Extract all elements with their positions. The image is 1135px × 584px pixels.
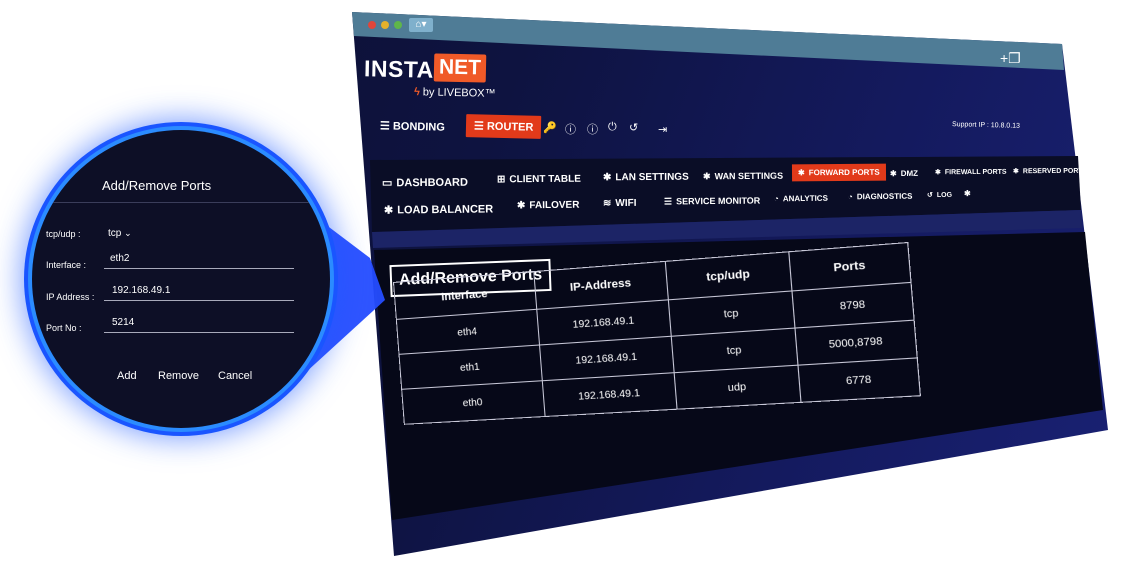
nav-bonding[interactable]: ☰ BONDING xyxy=(380,119,445,133)
nav-router-label: ROUTER xyxy=(486,120,534,134)
gear-icon: ✱ xyxy=(934,169,941,177)
menu-icon: ☰ xyxy=(379,120,394,133)
info-icon[interactable]: ⓘ xyxy=(565,121,576,137)
tab-analytics[interactable]: ◔ ANALYTICS xyxy=(774,194,828,204)
interface-underline xyxy=(104,268,294,269)
info-icon-2[interactable]: ⓘ xyxy=(587,121,598,137)
maximize-window-button[interactable] xyxy=(394,21,402,29)
undo-icon[interactable]: ↺ xyxy=(629,121,638,134)
tab-firewall-ports-label: FIREWALL PORTS xyxy=(944,168,1007,177)
cell-interface: eth0 xyxy=(401,380,546,425)
logo-net: NET xyxy=(433,53,487,83)
interface-field[interactable]: eth2 xyxy=(110,253,129,264)
history-icon: ↺ xyxy=(926,192,933,200)
tcp-udp-value: tcp xyxy=(108,228,122,239)
port-no-underline xyxy=(104,332,294,333)
dialog-divider xyxy=(32,202,330,203)
menu-icon: ☰ xyxy=(663,196,673,207)
interface-label: Interface : xyxy=(46,260,87,270)
logo-insta: INSTA xyxy=(363,55,435,83)
tab-wifi[interactable]: ≋ WIFI xyxy=(603,198,637,209)
tab-log-label: LOG xyxy=(936,191,953,200)
cancel-button[interactable]: Cancel xyxy=(218,370,252,382)
gear-icon: ✱ xyxy=(516,200,526,212)
tab-dmz-label: DMZ xyxy=(900,168,919,179)
nav-bonding-label: BONDING xyxy=(392,120,445,134)
tab-service-monitor[interactable]: ☰ SERVICE MONITOR xyxy=(664,195,760,207)
bolt-icon: ϟ xyxy=(413,86,420,99)
tab-diagnostics-label: DIAGNOSTICS xyxy=(856,191,913,202)
tab-log[interactable]: ↺ LOG xyxy=(927,191,952,199)
gear-icon: ✱ xyxy=(889,169,897,179)
monitor-icon: ▭ xyxy=(381,177,393,190)
tab-load-balancer[interactable]: ✱ LOAD BALANCER xyxy=(384,202,493,216)
analytics-icon: ◔ xyxy=(847,192,853,202)
ip-address-field[interactable]: 192.168.49.1 xyxy=(112,285,170,296)
tab-load-balancer-label: LOAD BALANCER xyxy=(397,203,494,217)
nav-router[interactable]: ☰ ROUTER xyxy=(465,114,542,139)
tcp-udp-select[interactable]: tcp ⌄ xyxy=(108,228,132,239)
tab-forward-ports[interactable]: ✱ FORWARD PORTS xyxy=(791,163,886,182)
gear-icon: ✱ xyxy=(797,168,805,178)
power-icon[interactable]: ⏻ xyxy=(608,121,617,134)
tab-reserved-ports-label: RESERVED PORTS xyxy=(1022,167,1088,176)
tab-failover[interactable]: ✱ FAILOVER xyxy=(517,200,580,212)
signout-icon[interactable]: ⇥ xyxy=(658,123,667,136)
settings-icon[interactable]: ✱ xyxy=(964,189,971,198)
add-button[interactable]: Add xyxy=(117,370,137,382)
tab-failover-label: FAILOVER xyxy=(529,199,580,212)
remove-button[interactable]: Remove xyxy=(158,370,199,382)
tab-client-table-label: CLIENT TABLE xyxy=(509,173,581,186)
ip-address-underline xyxy=(104,300,294,301)
home-icon[interactable]: ⌂▾ xyxy=(409,18,433,32)
cell-tcp-udp: udp xyxy=(674,365,801,410)
tcp-udp-label: tcp/udp : xyxy=(46,229,81,239)
logo-subtitle: ϟ by LIVEBOX™ xyxy=(414,86,496,100)
new-window-icon[interactable]: +❐ xyxy=(1000,50,1021,67)
cell-ports: 6778 xyxy=(797,357,921,403)
tab-analytics-label: ANALYTICS xyxy=(782,193,828,204)
tab-client-table[interactable]: ⊞ CLIENT TABLE xyxy=(497,174,581,186)
logo-sub-text: by LIVEBOX™ xyxy=(422,86,496,100)
gear-icon: ✱ xyxy=(383,204,394,217)
stage: ⌂▾ +❐ INSTA NET ϟ by LIVEBOX™ ☰ BONDING ☰… xyxy=(0,0,1135,584)
analytics-icon: ◔ xyxy=(773,194,779,204)
gear-icon: ✱ xyxy=(1012,168,1019,176)
tab-lan-settings-label: LAN SETTINGS xyxy=(615,171,689,184)
tab-firewall-ports[interactable]: ✱ FIREWALL PORTS xyxy=(935,168,1007,176)
tab-wifi-label: WIFI xyxy=(615,197,637,210)
grid-icon: ⊞ xyxy=(496,174,506,186)
minimize-window-button[interactable] xyxy=(381,21,389,29)
dialog-title: Add/Remove Ports xyxy=(102,178,212,193)
tab-reserved-ports[interactable]: ✱ RESERVED PORTS xyxy=(1013,167,1087,176)
cell-ip-address: 192.168.49.1 xyxy=(542,372,678,417)
tab-diagnostics[interactable]: ◔ DIAGNOSTICS xyxy=(848,192,912,202)
menu-icon: ☰ xyxy=(473,120,488,133)
tab-dashboard-label: DASHBOARD xyxy=(396,176,468,190)
tab-service-monitor-label: SERVICE MONITOR xyxy=(676,195,761,207)
close-window-button[interactable] xyxy=(368,21,376,29)
ip-address-label: IP Address : xyxy=(46,292,95,302)
add-remove-ports-dialog: Add/Remove Ports tcp/udp : tcp ⌄ Interfa… xyxy=(32,130,330,428)
wifi-icon: ≋ xyxy=(602,198,612,210)
tab-wan-settings-label: WAN SETTINGS xyxy=(714,170,784,182)
gear-icon: ✱ xyxy=(702,171,711,182)
tab-dashboard[interactable]: ▭ DASHBOARD xyxy=(382,176,468,190)
wrench-icon[interactable]: 🔑 xyxy=(543,121,557,134)
gear-icon: ✱ xyxy=(602,172,612,184)
chevron-down-icon: ⌄ xyxy=(124,228,132,238)
tab-forward-ports-label: FORWARD PORTS xyxy=(808,167,880,178)
tab-wan-settings[interactable]: ✱ WAN SETTINGS xyxy=(703,171,783,183)
tab-dmz[interactable]: ✱ DMZ xyxy=(890,169,918,178)
port-no-label: Port No : xyxy=(46,323,82,333)
tab-lan-settings[interactable]: ✱ LAN SETTINGS xyxy=(603,172,689,184)
port-no-field[interactable]: 5214 xyxy=(112,317,134,328)
